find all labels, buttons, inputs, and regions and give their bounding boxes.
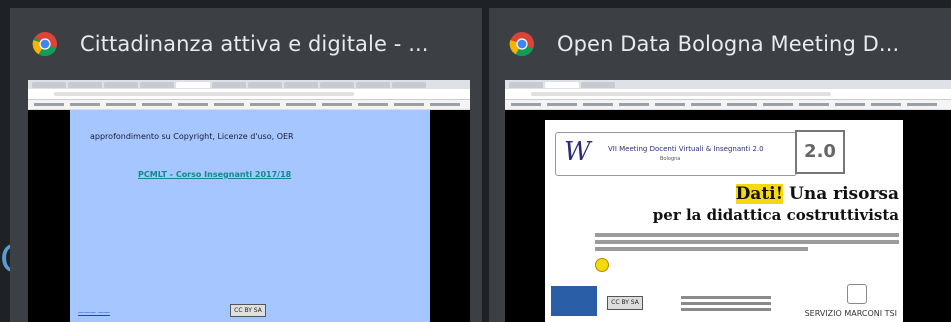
slide-preview: W VII Meeting Docenti Virtuali & Insegna…	[545, 120, 903, 322]
slide-preview: approfondimento su Copyright, Licenze d'…	[70, 110, 430, 322]
window-thumbnail[interactable]: approfondimento su Copyright, Licenze d'…	[28, 80, 470, 322]
window-card-open-data[interactable]: Open Data Bologna Meeting D... W VII Mee…	[489, 8, 951, 322]
mini-address-bar	[505, 89, 951, 100]
mini-tab-strip	[505, 80, 951, 89]
cc-badge: CC BY SA	[230, 304, 266, 317]
window-card-cittadinanza[interactable]: Cittadinanza attiva e digitale - ... app…	[10, 8, 482, 322]
slide-body-text	[595, 230, 899, 254]
emblem-icon	[847, 284, 867, 304]
w-logo-icon: W	[564, 137, 591, 167]
window-title: Open Data Bologna Meeting D...	[557, 32, 900, 56]
footer-text	[681, 293, 771, 314]
window-card-header[interactable]: Open Data Bologna Meeting D...	[489, 8, 951, 80]
slide-footer: CC BY SA SERVIZIO MARCONI TSI	[551, 278, 897, 318]
mini-bookmarks-bar	[505, 100, 951, 110]
mini-address-bar	[28, 89, 470, 100]
slide-subheading: per la didattica costruttivista	[652, 206, 899, 224]
slide-link: PCMLT - Corso Insegnanti 2017/18	[138, 170, 292, 179]
school-name: SERVIZIO MARCONI TSI	[804, 309, 897, 318]
cc-badge: CC BY SA	[607, 296, 643, 310]
slide-heading: Dati! Una risorsa	[735, 184, 899, 204]
chrome-icon	[32, 32, 57, 57]
institution-logo	[551, 286, 597, 316]
slide-footer-link: ——— ——	[78, 309, 110, 316]
slide-text: approfondimento su Copyright, Licenze d'…	[90, 132, 294, 141]
window-thumbnail[interactable]: W VII Meeting Docenti Virtuali & Insegna…	[505, 80, 951, 322]
mini-tab-strip	[28, 80, 470, 89]
meeting-logo: W VII Meeting Docenti Virtuali & Insegna…	[555, 132, 797, 176]
logo-title: VII Meeting Docenti Virtuali & Insegnant…	[608, 145, 764, 153]
window-switcher: C Cittadinanza attiva e digitale - ... a…	[0, 0, 951, 322]
version-badge: 2.0	[795, 130, 845, 174]
window-title: Cittadinanza attiva e digitale - ...	[80, 32, 429, 56]
window-card-header[interactable]: Cittadinanza attiva e digitale - ...	[10, 8, 482, 80]
chrome-icon	[509, 32, 534, 57]
lightbulb-icon	[595, 258, 609, 272]
mini-bookmarks-bar	[28, 100, 470, 110]
logo-subtitle: Bologna	[660, 156, 681, 162]
